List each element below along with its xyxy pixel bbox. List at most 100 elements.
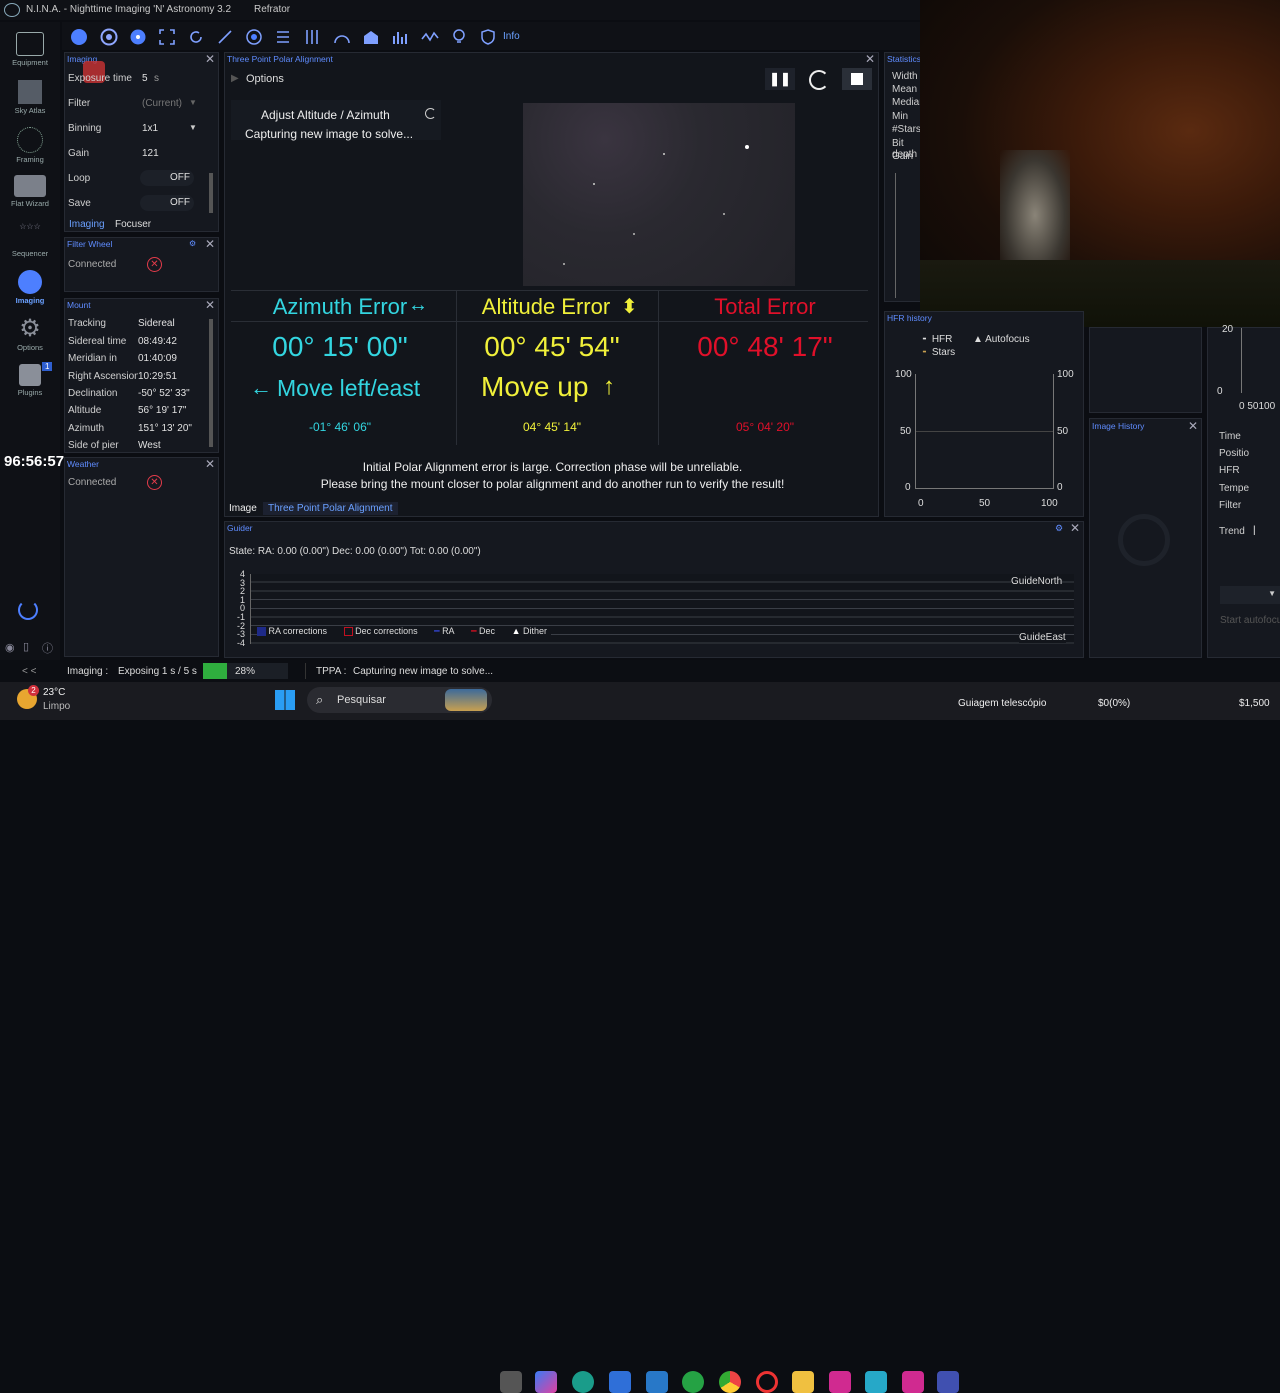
- focuser-label: Position: [1219, 448, 1249, 459]
- edge-icon[interactable]: [572, 1371, 594, 1393]
- store-icon[interactable]: [609, 1371, 631, 1393]
- dome-icon[interactable]: [333, 28, 351, 46]
- close-icon[interactable]: ✕: [1188, 419, 1198, 433]
- webcam-overlay: [920, 0, 1280, 327]
- focuser-icon[interactable]: [129, 28, 147, 46]
- chart-icon[interactable]: [391, 28, 409, 46]
- filter-wheel-icon[interactable]: [100, 28, 118, 46]
- app-logo-icon: [4, 3, 20, 17]
- info-button[interactable]: Info: [503, 31, 520, 42]
- camera-icon[interactable]: [70, 28, 88, 46]
- whatsapp-icon[interactable]: [682, 1371, 704, 1393]
- spinner-icon: [425, 108, 436, 119]
- sliders-icon[interactable]: [303, 28, 321, 46]
- step-title: Adjust Altitude / Azimuth: [261, 108, 390, 122]
- guider-state: State: RA: 0.00 (0.00") Dec: 0.00 (0.00"…: [229, 546, 481, 557]
- nav-flat-wizard[interactable]: Flat Wizard: [0, 175, 60, 208]
- gear-icon: ⚙: [19, 315, 41, 342]
- settings-icon[interactable]: ⚙: [1055, 523, 1063, 534]
- close-icon[interactable]: ✕: [865, 52, 875, 66]
- nav-sky-atlas[interactable]: Sky Atlas: [0, 80, 60, 115]
- close-icon[interactable]: ✕: [205, 457, 215, 471]
- y-tick-right: 0: [1057, 482, 1063, 493]
- nina-icon[interactable]: [937, 1371, 959, 1393]
- pause-button[interactable]: ❚❚: [765, 68, 795, 90]
- nav-framing[interactable]: Framing: [0, 127, 60, 164]
- app-icon[interactable]: [865, 1371, 887, 1393]
- mount-value: Sidereal: [138, 318, 175, 329]
- play-icon[interactable]: ▶: [231, 73, 239, 84]
- app-icon[interactable]: [646, 1371, 668, 1393]
- azimuth-move: Move left/east: [277, 375, 421, 401]
- total-error-title: Total Error: [714, 294, 816, 319]
- scrollbar[interactable]: [209, 319, 213, 447]
- copilot-icon[interactable]: [535, 1371, 557, 1393]
- opera-icon[interactable]: [756, 1371, 778, 1393]
- task-view-icon[interactable]: [500, 1371, 522, 1393]
- search-box[interactable]: ⌕ Pesquisar: [307, 687, 492, 713]
- close-icon[interactable]: ✕: [1070, 521, 1080, 535]
- collapse-button[interactable]: < <: [22, 666, 36, 677]
- close-icon[interactable]: ✕: [205, 52, 215, 66]
- autofocus-legend: ▲ Autofocus: [973, 334, 1030, 345]
- active-app-title[interactable]: Guiagem telescópio: [958, 698, 1046, 709]
- wave-icon[interactable]: [421, 28, 439, 46]
- step-status: Capturing new image to solve...: [245, 127, 414, 141]
- focuser-label: Temperature: [1219, 483, 1249, 494]
- shield-icon[interactable]: [479, 28, 497, 46]
- windows-start-icon[interactable]: [275, 690, 295, 710]
- tab-focuser[interactable]: Focuser: [115, 219, 151, 230]
- book-icon[interactable]: ▯: [23, 640, 29, 653]
- gain-input[interactable]: 121: [142, 148, 159, 159]
- close-icon[interactable]: ✕: [205, 237, 215, 251]
- chrome-icon[interactable]: [719, 1371, 741, 1393]
- focuser-select[interactable]: ▼: [1220, 586, 1280, 604]
- stop-button[interactable]: [842, 68, 872, 90]
- weather-badge: 2: [28, 685, 39, 696]
- disconnect-icon[interactable]: ✕: [147, 257, 162, 272]
- binning-select[interactable]: 1x1: [142, 123, 158, 134]
- imaging-panel: Imaging ✕ Exposure time 5 s Filter (Curr…: [64, 52, 219, 232]
- bulb-icon[interactable]: [450, 28, 468, 46]
- exposure-input[interactable]: 5: [142, 73, 148, 84]
- save-toggle[interactable]: OFF: [140, 195, 194, 211]
- rotator-icon[interactable]: [187, 28, 205, 46]
- framing-icon[interactable]: [158, 28, 176, 46]
- stars-legend-label: Stars: [931, 347, 956, 358]
- focuser-side-panel: 20 0 0 50100 Time Position HFR Temperatu…: [1207, 324, 1280, 658]
- nav-imaging[interactable]: Imaging: [0, 270, 60, 305]
- legend-label: RA corrections: [268, 626, 328, 636]
- disconnect-icon[interactable]: ✕: [147, 475, 162, 490]
- folder-icon[interactable]: [792, 1371, 814, 1393]
- guider-icon[interactable]: [245, 28, 263, 46]
- tab-image[interactable]: Image: [229, 503, 257, 514]
- filter-select[interactable]: (Current): [142, 98, 182, 109]
- list-icon[interactable]: [274, 28, 292, 46]
- azimuth-initial: -01° 46' 06": [308, 420, 372, 434]
- house-icon[interactable]: [362, 28, 380, 46]
- tab-tppa[interactable]: Three Point Polar Alignment: [263, 502, 398, 515]
- puzzle-icon: [19, 364, 41, 386]
- star: [663, 153, 665, 155]
- nav-sequencer[interactable]: ☆☆☆ Sequencer: [0, 223, 60, 259]
- options-toggle[interactable]: Options: [246, 73, 284, 85]
- tab-imaging[interactable]: Imaging: [69, 219, 105, 230]
- app-icon[interactable]: [902, 1371, 924, 1393]
- scrollbar[interactable]: [209, 173, 213, 213]
- chevron-down-icon: ▼: [1268, 589, 1276, 598]
- loading-icon: [809, 70, 829, 90]
- nav-equipment[interactable]: Equipment: [0, 32, 60, 67]
- close-icon[interactable]: ✕: [205, 298, 215, 312]
- help-icon[interactable]: ⓘ: [42, 640, 53, 656]
- mount-label: Tracking: [68, 318, 106, 329]
- loop-toggle[interactable]: OFF: [140, 170, 194, 186]
- eye-icon[interactable]: ◉: [5, 641, 15, 654]
- nav-options[interactable]: ⚙ Options: [0, 315, 60, 353]
- power-icon[interactable]: [18, 600, 38, 620]
- app-icon[interactable]: [829, 1371, 851, 1393]
- focuser-label: HFR: [1219, 465, 1240, 476]
- mount-icon[interactable]: [216, 28, 234, 46]
- x-tick: 0: [918, 498, 924, 509]
- settings-icon[interactable]: ⚙: [189, 239, 196, 248]
- start-autofocus-button[interactable]: Start autofocus: [1220, 615, 1280, 626]
